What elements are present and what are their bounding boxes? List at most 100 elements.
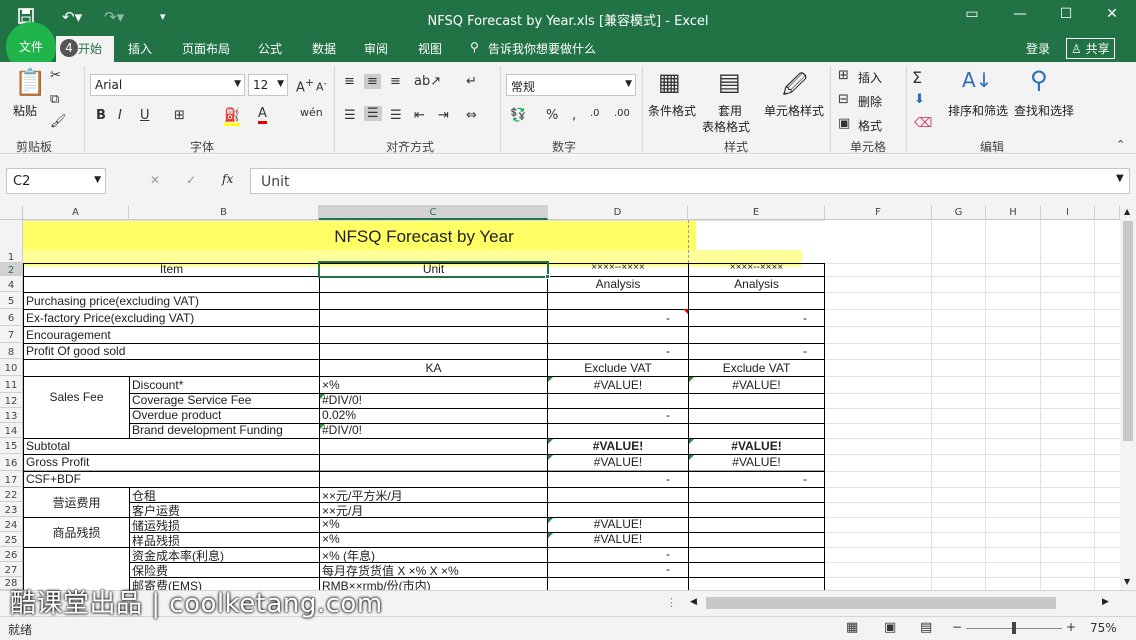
insert-cells-button[interactable]: 插入 xyxy=(858,69,882,86)
minimize-icon[interactable]: — xyxy=(1008,6,1032,28)
align-left-icon[interactable]: ☰ xyxy=(344,108,356,123)
scroll-right-icon[interactable]: ▶ xyxy=(1102,597,1109,607)
close-icon[interactable]: ✕ xyxy=(1100,6,1124,28)
cell-discount-unit[interactable]: ×% xyxy=(320,378,547,392)
row-header[interactable]: 7 xyxy=(0,326,23,343)
decrease-font-icon[interactable]: A- xyxy=(316,78,327,94)
font-size-select[interactable]: 12 ▼ xyxy=(248,74,288,96)
cell-subtotal[interactable]: Subtotal xyxy=(24,439,319,453)
cell-value-error[interactable]: #VALUE! xyxy=(689,378,824,392)
zoom-in-icon[interactable]: + xyxy=(1066,620,1076,634)
tab-page-layout[interactable]: 页面布局 xyxy=(182,40,230,57)
sheet-title[interactable]: NFSQ Forecast by Year xyxy=(24,227,824,247)
cell-period-d[interactable]: ××××--×××× xyxy=(548,262,688,273)
paste-icon[interactable]: 📋 xyxy=(14,68,46,98)
format-cells-icon[interactable]: ▣ xyxy=(838,116,850,131)
tab-data[interactable]: 数据 xyxy=(312,40,336,57)
find-select-icon[interactable]: ⚲ xyxy=(1030,66,1048,94)
find-select-button[interactable]: 查找和选择 xyxy=(1014,102,1074,119)
col-header[interactable]: I xyxy=(1041,205,1095,220)
cancel-icon[interactable]: ✕ xyxy=(150,173,160,187)
row-header[interactable]: 27 xyxy=(0,562,23,577)
row-header[interactable]: 12 xyxy=(0,393,23,408)
sort-filter-button[interactable]: 排序和筛选 xyxy=(948,102,1008,119)
col-header-empty[interactable] xyxy=(1095,205,1120,220)
scroll-up-icon[interactable]: ▲ xyxy=(1124,207,1130,216)
zoom-slider-thumb[interactable] xyxy=(1012,622,1016,634)
worksheet-grid[interactable]: A B C D E F G H I 1 2 4 5 6 7 8 10 11 12… xyxy=(0,205,1120,590)
conditional-format-icon[interactable]: ▦ xyxy=(658,68,681,96)
cut-icon[interactable]: ✂ xyxy=(50,68,61,83)
cell-value-error[interactable]: #VALUE! xyxy=(548,378,688,392)
cell-unit[interactable]: Unit xyxy=(320,262,547,276)
increase-decimal-icon[interactable]: .0 xyxy=(590,108,600,119)
phonetic-icon[interactable]: wén xyxy=(300,106,323,119)
insert-function-icon[interactable]: fx xyxy=(222,172,233,186)
row-header[interactable]: 10 xyxy=(0,359,23,376)
sign-in-link[interactable]: 登录 xyxy=(1026,40,1050,57)
align-middle-icon[interactable]: ≡ xyxy=(364,74,381,89)
delete-cells-icon[interactable]: ⊟ xyxy=(838,92,849,107)
cell-dash[interactable]: - xyxy=(548,311,672,325)
cell-exclude-e[interactable]: Exclude VAT xyxy=(689,361,824,375)
currency-icon[interactable]: 💱 xyxy=(510,108,526,123)
row-header[interactable]: 26 xyxy=(0,547,23,562)
row-header[interactable]: 13 xyxy=(0,408,23,423)
tab-insert[interactable]: 插入 xyxy=(128,40,152,57)
cell-exclude-d[interactable]: Exclude VAT xyxy=(548,361,688,375)
cell-value-error[interactable]: #VALUE! xyxy=(548,517,688,531)
autosum-icon[interactable]: Σ xyxy=(912,68,922,87)
align-right-icon[interactable]: ☰ xyxy=(390,108,402,123)
cell-purchasing[interactable]: Purchasing price(excluding VAT) xyxy=(24,294,319,308)
cell-goods-loss[interactable]: 商品残损 xyxy=(24,524,129,541)
collapse-ribbon-icon[interactable]: ⌃ xyxy=(1116,138,1125,151)
col-header[interactable]: F xyxy=(825,205,932,220)
cell-dash[interactable]: - xyxy=(548,408,672,422)
cell-exfactory[interactable]: Ex-factory Price(excluding VAT) xyxy=(24,311,319,325)
row-header[interactable]: 6 xyxy=(0,309,23,326)
cell-value-error[interactable]: #VALUE! xyxy=(689,455,824,469)
row-header[interactable]: 5 xyxy=(0,292,23,309)
cell-overdue-unit[interactable]: 0.02% xyxy=(320,408,547,422)
ribbon-display-icon[interactable]: ▭ xyxy=(960,6,984,28)
cell-dash[interactable]: - xyxy=(689,344,809,358)
cell-styles-button[interactable]: 单元格样式 xyxy=(764,102,824,119)
cell-profit[interactable]: Profit Of good sold xyxy=(24,344,319,358)
cell-discount[interactable]: Discount* xyxy=(130,378,319,392)
decrease-decimal-icon[interactable]: .00 xyxy=(614,108,630,119)
align-bottom-icon[interactable]: ≡ xyxy=(390,74,401,89)
merge-center-icon[interactable]: ⇔ xyxy=(466,108,477,123)
copy-icon[interactable]: ⧉ xyxy=(50,92,59,107)
cell-ops-fee[interactable]: 营运费用 xyxy=(24,494,129,511)
cell-storage-unit[interactable]: ×% xyxy=(320,517,547,531)
number-format-select[interactable]: 常规 ▼ xyxy=(506,74,636,96)
cell-value-error[interactable]: #VALUE! xyxy=(548,439,688,453)
italic-button[interactable]: I xyxy=(118,108,122,123)
cell-dash[interactable]: - xyxy=(548,562,672,576)
tab-formulas[interactable]: 公式 xyxy=(258,40,282,57)
col-header[interactable]: E xyxy=(688,205,825,220)
decrease-indent-icon[interactable]: ⇤ xyxy=(414,108,425,123)
format-table-button-line2[interactable]: 表格格式 xyxy=(702,118,750,135)
align-top-icon[interactable]: ≡ xyxy=(344,74,355,89)
row-header[interactable]: 15 xyxy=(0,438,23,454)
cell-dash[interactable]: - xyxy=(689,472,809,486)
increase-font-icon[interactable]: A+ xyxy=(296,76,314,95)
bold-button[interactable]: B xyxy=(96,108,106,123)
tab-review[interactable]: 审阅 xyxy=(364,40,388,57)
zoom-out-icon[interactable]: − xyxy=(952,620,962,634)
select-all-corner[interactable] xyxy=(0,205,23,220)
horizontal-scroll-thumb[interactable] xyxy=(706,597,1056,609)
zoom-level[interactable]: 75% xyxy=(1090,621,1117,635)
cell-dash[interactable]: - xyxy=(548,547,672,561)
col-header[interactable]: A xyxy=(23,205,129,220)
format-painter-icon[interactable]: 🖌 xyxy=(50,114,67,129)
row-header[interactable]: 1 xyxy=(0,220,23,263)
tell-me-box[interactable]: 告诉我你想要做什么 xyxy=(488,40,596,57)
vertical-scrollbar[interactable]: ▲ ▼ xyxy=(1120,205,1136,590)
row-header[interactable]: 8 xyxy=(0,343,23,359)
font-name-select[interactable]: Arial ▼ xyxy=(90,74,245,96)
formula-input[interactable]: Unit xyxy=(250,168,1130,194)
col-header[interactable]: D xyxy=(548,205,688,220)
row-header[interactable]: 24 xyxy=(0,517,23,532)
